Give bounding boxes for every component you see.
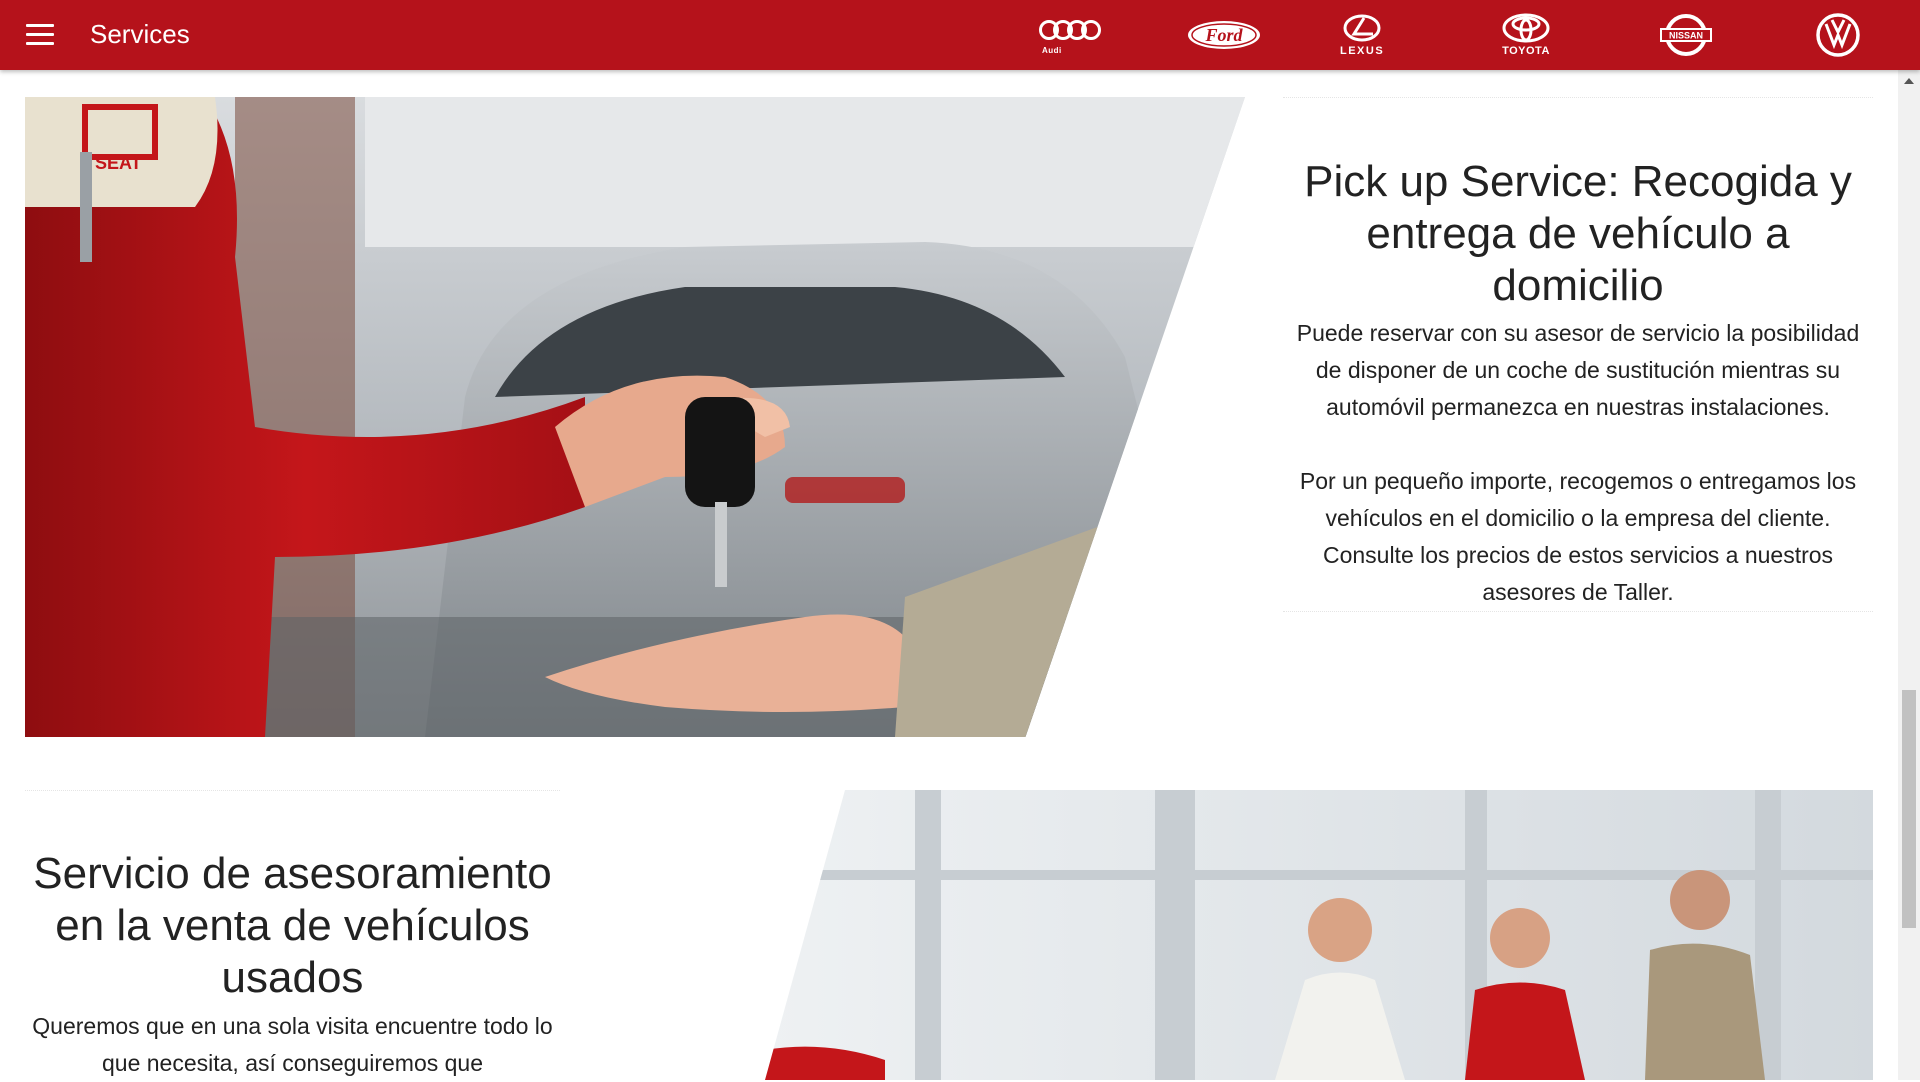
toyota-logo[interactable]: TOYOTA [1502,8,1550,62]
audi-rings-icon [1039,19,1101,40]
nissan-logo[interactable]: NISSAN [1660,8,1712,62]
section-paragraph: Puede reservar con su asesor de servicio… [1296,320,1860,420]
nissan-emblem-icon: NISSAN [1660,14,1712,56]
lexus-emblem-icon [1343,14,1381,42]
section-paragraph: Queremos que en una sola visita encuentr… [32,1013,553,1076]
page-title: Services [90,19,190,49]
scrollbar-thumb[interactable] [1902,690,1916,928]
ford-oval-icon: Ford [1188,21,1260,49]
scroll-up-arrow-icon[interactable] [1904,78,1914,84]
ford-wordmark: Ford [1204,25,1243,45]
volkswagen-logo[interactable] [1815,8,1861,62]
used-vehicle-advice-card: Servicio de asesoramiento en la venta de… [25,790,560,1081]
ford-logo[interactable]: Ford [1186,8,1262,62]
seat-badge: SEAT [95,153,142,173]
nissan-wordmark: NISSAN [1669,31,1703,41]
audi-logo[interactable]: Audi [1038,8,1104,62]
key-handover-photo: SEAT [25,97,1245,737]
section-heading: Pick up Service: Recogida y entrega de v… [1304,157,1852,310]
sales-advisors-photo [765,790,1873,1080]
vw-emblem-icon [1816,13,1860,57]
toyota-emblem-icon [1502,13,1550,43]
menu-icon[interactable] [26,24,54,46]
section-heading: Servicio de asesoramiento en la venta de… [33,849,552,1002]
app-bar: Services Audi Ford LEXUS TOYOTA NISSAN [0,0,1920,70]
pickup-service-card: Pick up Service: Recogida y entrega de v… [1283,97,1873,612]
page-scrollbar[interactable] [1898,70,1920,1080]
lexus-logo[interactable]: LEXUS [1340,8,1384,62]
section-paragraph: Por un pequeño importe, recogemos o entr… [1299,468,1857,605]
